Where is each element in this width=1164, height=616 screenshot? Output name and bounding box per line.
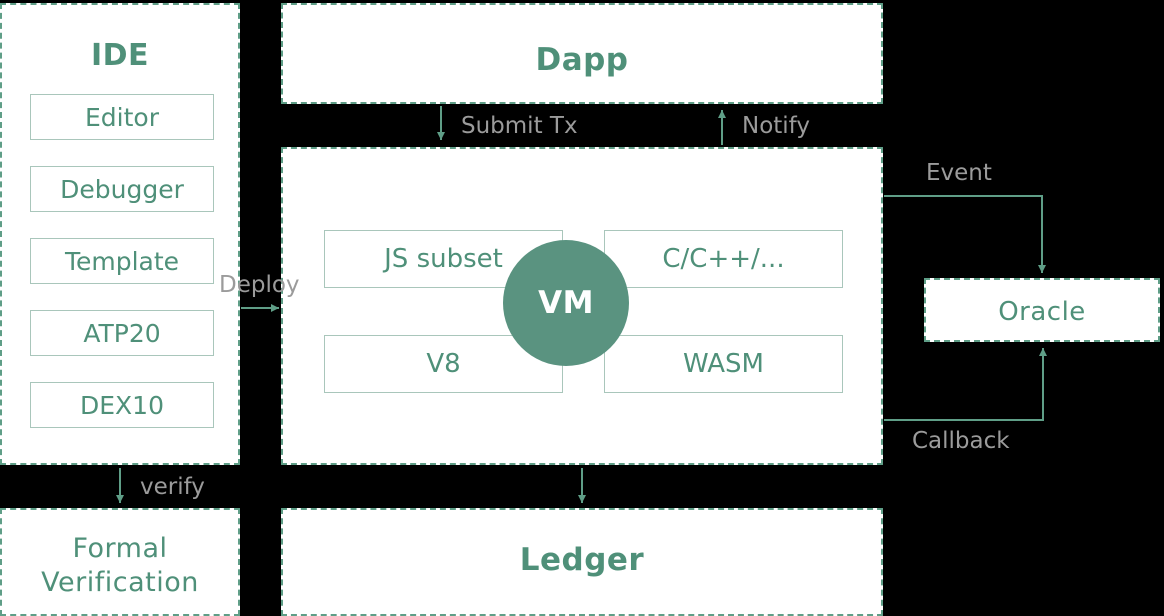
vm-panel[interactable]: JS subset C/C++/... V8 WASM VM (281, 147, 883, 465)
oracle-panel-title: Oracle (998, 297, 1086, 327)
ledger-panel-title: Ledger (519, 542, 645, 578)
connector-label-submit-tx: Submit Tx (461, 113, 578, 139)
vm-slot-wasm[interactable]: WASM (604, 335, 843, 393)
ide-item-dex10[interactable]: DEX10 (30, 382, 214, 428)
formal-verification-title-line-1: Formal (72, 533, 168, 564)
ide-item-debugger[interactable]: Debugger (30, 166, 214, 212)
ide-panel-title: IDE (90, 38, 150, 73)
dapp-panel[interactable]: Dapp (281, 3, 883, 104)
connector-label-event: Event (926, 160, 992, 186)
connector-line-event (884, 195, 1046, 273)
ide-item-template[interactable]: Template (30, 238, 214, 284)
vm-core-circle[interactable]: VM (503, 240, 629, 366)
dapp-panel-title: Dapp (535, 42, 629, 78)
formal-verification-panel-title: Formal Verification (2, 532, 238, 600)
ide-item-atp20[interactable]: ATP20 (30, 310, 214, 356)
connector-label-deploy: Deploy (219, 272, 300, 298)
ledger-panel[interactable]: Ledger (281, 508, 883, 616)
connector-label-callback: Callback (912, 428, 1010, 454)
diagram-canvas: IDE Editor Debugger Template ATP20 DEX10… (0, 0, 1164, 616)
ide-panel[interactable]: IDE Editor Debugger Template ATP20 DEX10 (0, 3, 240, 465)
ide-item-editor[interactable]: Editor (30, 94, 214, 140)
oracle-panel[interactable]: Oracle (924, 278, 1160, 342)
vm-slot-c-cpp[interactable]: C/C++/... (604, 230, 843, 288)
connector-line-callback (884, 348, 1047, 421)
formal-verification-panel[interactable]: Formal Verification (0, 508, 240, 616)
formal-verification-title-line-2: Verification (41, 567, 199, 599)
connector-label-verify: verify (140, 474, 205, 500)
connector-label-notify: Notify (742, 113, 810, 139)
